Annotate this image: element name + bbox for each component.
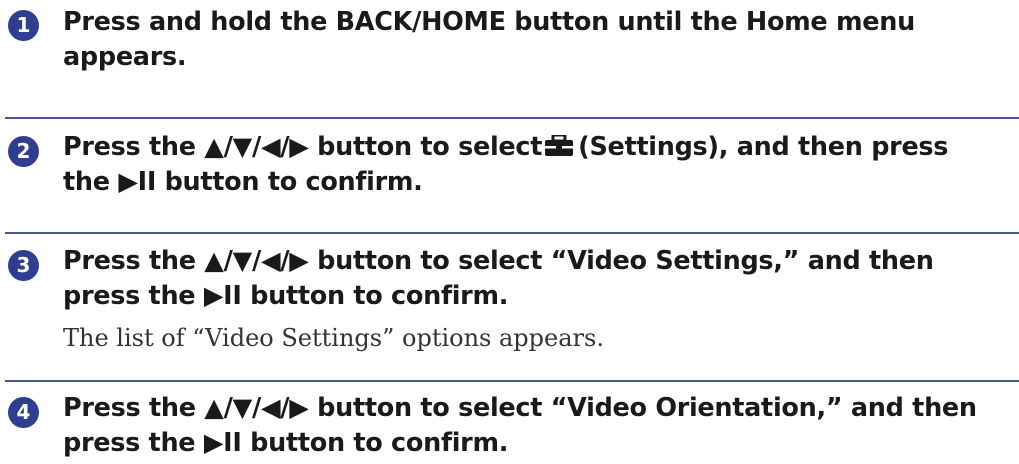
step-number-badge: 2 — [8, 136, 39, 167]
divider — [5, 117, 1019, 119]
step-title: Press the ▲/▼/◀/▶ button to select “Vide… — [63, 246, 934, 311]
step-title: Press the ▲/▼/◀/▶ button to select “Vide… — [63, 393, 977, 458]
divider — [5, 232, 1019, 234]
step-number-badge: 3 — [8, 250, 39, 281]
step-title: Press the ▲/▼/◀/▶ button to select (Setti… — [63, 130, 993, 200]
settings-toolbox-icon — [544, 135, 574, 157]
step-title: Press and hold the BACK/HOME button unti… — [63, 7, 915, 72]
step-body: The list of “Video Settings” options app… — [63, 324, 604, 352]
step-number-badge: 4 — [8, 397, 39, 428]
divider — [5, 380, 1019, 382]
step-number-badge: 1 — [8, 10, 39, 41]
step-title-before-icon: Press the ▲/▼/◀/▶ button to select — [63, 132, 543, 162]
